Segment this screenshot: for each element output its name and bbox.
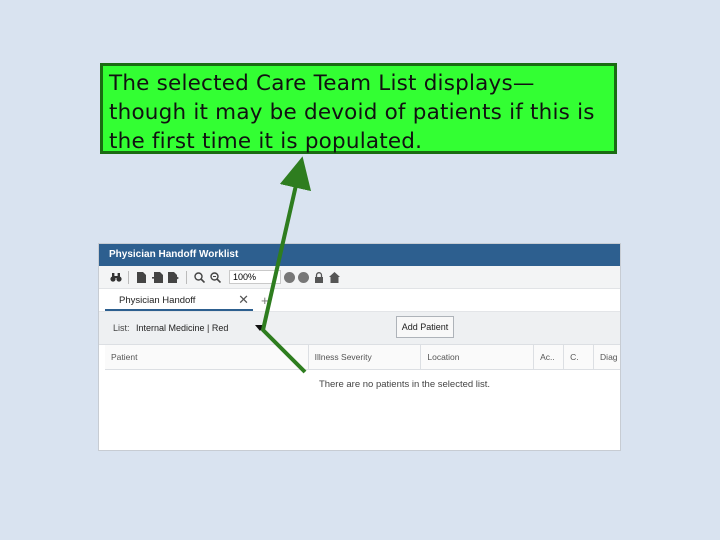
column-header-ac[interactable]: Ac.. [534, 345, 565, 369]
table-header: Patient Illness Severity Location Ac.. C… [105, 345, 620, 370]
add-patient-button[interactable]: Add Patient [396, 316, 454, 338]
toolbar-divider [186, 270, 187, 284]
binoculars-icon[interactable] [109, 271, 122, 284]
tab-physician-handoff[interactable]: Physician Handoff ✕ [105, 291, 253, 311]
circle-icon[interactable] [298, 271, 309, 283]
column-header-patient[interactable]: Patient [105, 345, 309, 369]
callout-line-1: The selected Care Team List displays— [109, 71, 535, 96]
list-select[interactable]: Internal Medicine | Red [136, 323, 228, 333]
toolbar: 100% ▾ [99, 266, 620, 289]
zoom-value: 100% [233, 272, 257, 282]
dropdown-arrow-icon[interactable] [255, 325, 265, 331]
worklist-window: Physician Handoff Worklist 100% ▾ Physic… [98, 243, 621, 451]
add-tab-icon[interactable]: + [261, 293, 269, 311]
callout-line-3: the first time it is populated. [109, 129, 423, 154]
page-icon[interactable] [135, 271, 148, 284]
column-header-location[interactable]: Location [421, 345, 535, 369]
empty-list-message: There are no patients in the selected li… [318, 379, 491, 390]
page-add-icon[interactable] [151, 271, 164, 284]
column-header-illness-severity[interactable]: Illness Severity [309, 345, 422, 369]
column-header-diag[interactable]: Diag [594, 345, 620, 369]
list-selector-bar: List: Internal Medicine | Red Add Patien… [99, 311, 620, 345]
tab-strip: Physician Handoff ✕ + [99, 289, 620, 311]
lock-icon[interactable] [312, 271, 325, 284]
chevron-down-icon: ▾ [273, 274, 277, 281]
circle-icon[interactable] [284, 271, 295, 283]
zoom-out-icon[interactable] [209, 271, 222, 284]
list-label: List: [113, 323, 130, 333]
instruction-callout: The selected Care Team List displays— th… [100, 63, 617, 154]
tab-label: Physician Handoff [119, 294, 196, 306]
home-icon[interactable] [328, 271, 341, 284]
window-title: Physician Handoff Worklist [99, 244, 620, 266]
callout-line-2: though it may be devoid of patients if t… [109, 100, 595, 125]
close-icon[interactable]: ✕ [238, 292, 249, 308]
column-header-c[interactable]: C. [564, 345, 595, 369]
toolbar-divider [128, 270, 129, 284]
zoom-select[interactable]: 100% ▾ [229, 270, 281, 284]
page-forward-icon[interactable] [167, 271, 180, 284]
zoom-in-icon[interactable] [193, 271, 206, 284]
